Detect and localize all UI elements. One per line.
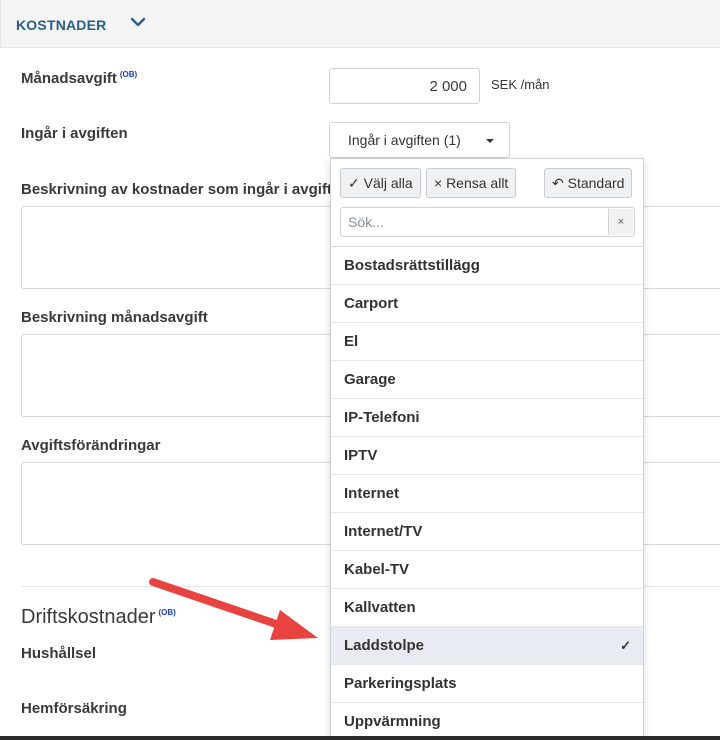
option-label: IPTV — [344, 447, 378, 464]
search-placeholder: Sök... — [348, 214, 384, 230]
fee-changes-label: Avgiftsförändringar — [21, 437, 161, 454]
option-item[interactable]: Parkeringsplats — [331, 665, 643, 703]
option-label: Kabel-TV — [344, 561, 410, 578]
option-label: Internet — [344, 485, 400, 502]
desc-fee-label: Beskrivning månadsavgift — [21, 309, 208, 326]
household-electricity-label: Hushållsel — [21, 645, 97, 662]
monthly-fee-label-text: Månadsavgift — [21, 70, 117, 87]
included-label: Ingår i avgiften — [21, 125, 128, 142]
option-label: Uppvärmning — [344, 713, 441, 730]
caret-down-icon — [486, 139, 494, 143]
option-item[interactable]: IPTV — [331, 437, 643, 475]
option-label: Parkeringsplats — [344, 675, 457, 692]
option-label: Carport — [344, 295, 399, 312]
option-label: Kallvatten — [344, 599, 416, 616]
included-dropdown-label: Ingår i avgiften (1) — [348, 132, 461, 148]
included-dropdown-menu: ✓ Välj alla × Rensa allt ↶ Standard Sök.… — [330, 158, 644, 740]
clear-all-button[interactable]: × Rensa allt — [426, 168, 517, 198]
option-item[interactable]: Uppvärmning — [331, 703, 643, 739]
option-item[interactable]: El — [331, 323, 643, 361]
close-icon[interactable]: × — [608, 209, 633, 235]
search-input[interactable]: Sök... × — [340, 207, 635, 237]
option-label: Garage — [344, 371, 396, 388]
option-item[interactable]: Kallvatten — [331, 589, 643, 627]
option-item[interactable]: Garage — [331, 361, 643, 399]
section-header-kostnader[interactable]: KOSTNADER — [0, 0, 720, 48]
option-item[interactable]: IP-Telefoni — [331, 399, 643, 437]
option-item[interactable]: Carport — [331, 285, 643, 323]
option-item[interactable]: Bostadsrättstillägg — [331, 247, 643, 285]
annotation-arrow-icon — [149, 578, 318, 640]
section-title: KOSTNADER — [16, 17, 107, 33]
option-label: Internet/TV — [344, 523, 423, 540]
option-label: Laddstolpe — [344, 637, 425, 654]
home-insurance-label: Hemförsäkring — [21, 700, 127, 717]
option-label: El — [344, 333, 359, 350]
option-item[interactable]: Internet/TV — [331, 513, 643, 551]
operating-costs-title-text: Driftskostnader — [21, 606, 156, 628]
included-dropdown-button[interactable]: Ingår i avgiften (1) — [329, 122, 510, 158]
bottom-bar — [0, 736, 720, 740]
ob-tag: (OB) — [119, 70, 138, 79]
monthly-fee-input[interactable]: 2 000 — [329, 68, 480, 104]
option-item[interactable]: Internet — [331, 475, 643, 513]
check-icon: ✓ — [620, 638, 631, 653]
option-item[interactable]: Kabel-TV — [331, 551, 643, 589]
option-list: Bostadsrättstillägg Carport El Garage IP… — [331, 247, 643, 739]
select-all-button[interactable]: ✓ Välj alla — [340, 168, 421, 198]
default-button[interactable]: ↶ Standard — [544, 168, 633, 198]
monthly-fee-label: Månadsavgift (OB) — [21, 70, 137, 87]
desc-included-label: Beskrivning av kostnader som ingår i avg… — [21, 181, 341, 198]
chevron-down-icon[interactable] — [129, 13, 147, 31]
option-label: IP-Telefoni — [344, 409, 420, 426]
option-item-selected[interactable]: Laddstolpe ✓ — [331, 627, 643, 665]
monthly-fee-unit: SEK /mån — [491, 77, 550, 92]
option-label: Bostadsrättstillägg — [344, 257, 480, 274]
